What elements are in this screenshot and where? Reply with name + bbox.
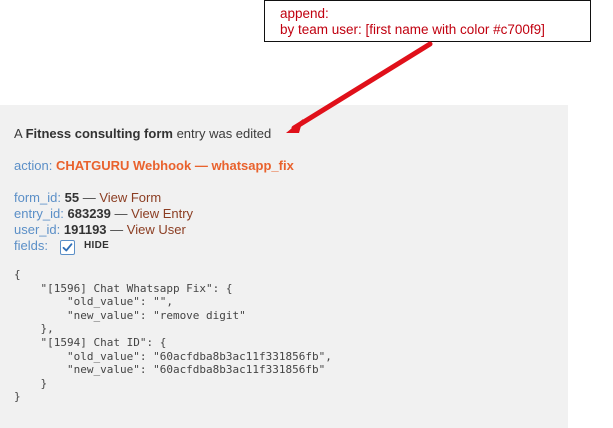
fields-label: fields:	[14, 238, 48, 253]
entry-prefix: A	[14, 126, 22, 141]
fields-json: { "[1596] Chat Whatsapp Fix": { "old_val…	[14, 268, 332, 404]
action-label: action:	[14, 158, 53, 173]
entry-id-dash: —	[114, 206, 128, 221]
annotation-callout: append: by team user: [first name with c…	[264, 0, 591, 42]
form-id-label: form_id:	[14, 190, 61, 205]
view-form-link[interactable]: View Form	[99, 190, 161, 206]
check-icon	[62, 242, 73, 251]
form-name: Fitness consulting form	[25, 126, 173, 141]
view-user-link[interactable]: View User	[127, 222, 186, 238]
page: A Fitness consulting form entry was edit…	[0, 0, 613, 428]
user-id-dash: —	[110, 222, 124, 237]
fields-hide-label[interactable]: HIDE	[84, 238, 109, 254]
entry-meta: form_id: 55 — View Form entry_id: 683239…	[14, 190, 193, 255]
annotation-line-1: append:	[280, 6, 329, 21]
form-id-dash: —	[82, 190, 96, 205]
entry-id-value: 683239	[67, 206, 111, 221]
view-entry-link[interactable]: View Entry	[131, 206, 193, 222]
fields-row: fields: HIDE	[14, 238, 193, 255]
form-id-value: 55	[64, 190, 80, 205]
user-id-value: 191193	[63, 222, 107, 237]
action-line: action: CHATGURU Webhook — whatsapp_fix	[14, 158, 294, 173]
entry-id-label: entry_id:	[14, 206, 64, 221]
entry-suffix: entry was edited	[176, 126, 272, 141]
user-id-label: user_id:	[14, 222, 61, 237]
entry-summary: A Fitness consulting form entry was edit…	[14, 126, 271, 141]
fields-hide-checkbox[interactable]	[59, 239, 75, 255]
action-value: CHATGURU Webhook — whatsapp_fix	[55, 158, 294, 173]
user-id-row: user_id: 191193 — View User	[14, 222, 193, 238]
annotation-line-2: by team user: [first name with color #c7…	[280, 22, 545, 37]
form-id-row: form_id: 55 — View Form	[14, 190, 193, 206]
entry-id-row: entry_id: 683239 — View Entry	[14, 206, 193, 222]
